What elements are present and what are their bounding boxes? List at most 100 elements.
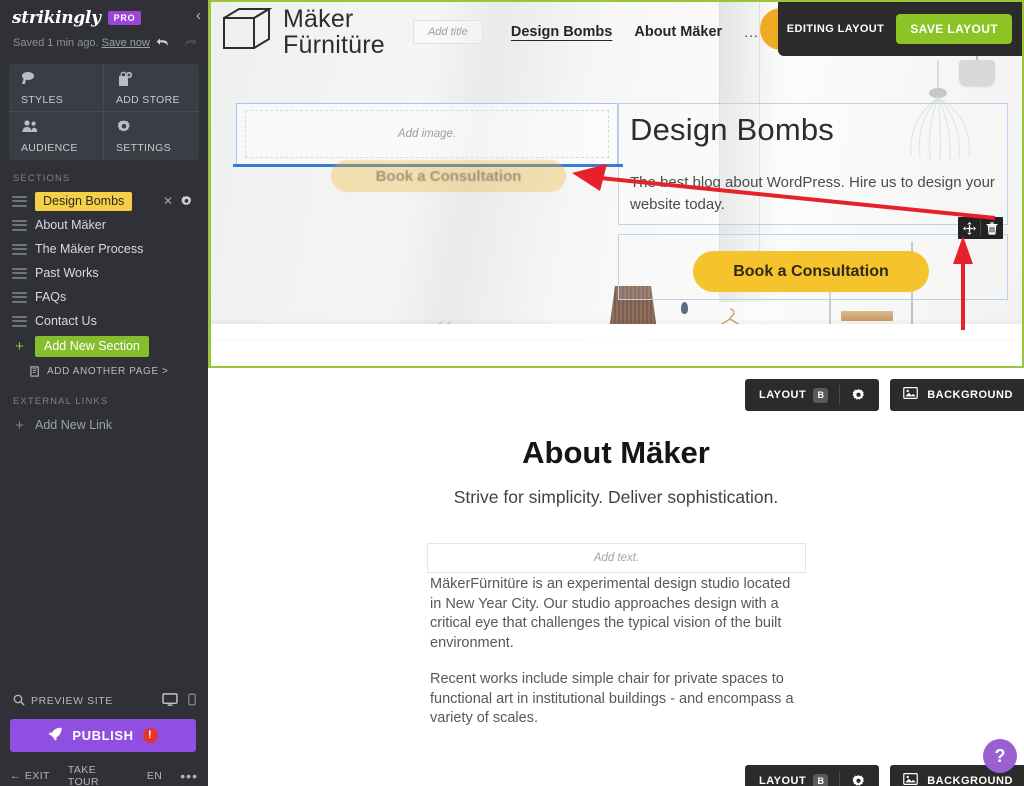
layout-button[interactable]: LAYOUT B bbox=[745, 765, 880, 786]
hero-title[interactable]: Design Bombs bbox=[630, 112, 834, 148]
add-another-page-label: ADD ANOTHER PAGE > bbox=[47, 365, 169, 377]
gear-icon bbox=[116, 119, 199, 136]
collapse-sidebar-icon[interactable]: ‹ bbox=[196, 8, 201, 23]
page-icon bbox=[30, 365, 41, 377]
quick-action-label: ADD STORE bbox=[116, 94, 180, 106]
exit-label: EXIT bbox=[24, 770, 50, 782]
sidebar-section-past-works[interactable]: Past Works bbox=[0, 261, 208, 285]
trash-icon[interactable] bbox=[981, 217, 1003, 239]
image-drop-block[interactable]: Add image. bbox=[236, 103, 618, 165]
editing-layout-bar: EDITING LAYOUT SAVE LAYOUT bbox=[778, 2, 1022, 56]
strikingly-logo[interactable]: strikingly bbox=[12, 8, 101, 28]
help-button[interactable]: ? bbox=[983, 739, 1017, 773]
editor-sidebar: strikingly PRO ‹ Saved 1 min ago. Save n… bbox=[0, 0, 208, 786]
preview-site-label[interactable]: PREVIEW SITE bbox=[31, 695, 113, 707]
layout-variant-badge: B bbox=[813, 773, 829, 786]
sidebar-section-faqs[interactable]: FAQs bbox=[0, 285, 208, 309]
logo-line-2: Fürnitüre bbox=[283, 31, 385, 59]
background-button[interactable]: BACKGROUND bbox=[890, 379, 1024, 411]
about-section-title[interactable]: About Mäker bbox=[208, 435, 1024, 471]
save-now-link[interactable]: Save now bbox=[102, 37, 150, 49]
exit-button[interactable]: ← EXIT bbox=[10, 770, 50, 782]
section-toolbar-bottom: LAYOUT B BACKGROUND bbox=[745, 765, 1024, 786]
hero-subtitle[interactable]: The best blog about WordPress. Hire us t… bbox=[630, 172, 998, 216]
device-toggle-group bbox=[162, 693, 196, 709]
section-label: The Mäker Process bbox=[35, 242, 144, 256]
image-icon bbox=[903, 386, 919, 404]
sidebar-section-maker-process[interactable]: The Mäker Process bbox=[0, 237, 208, 261]
add-title-placeholder[interactable]: Add title bbox=[412, 20, 483, 44]
add-text-placeholder[interactable]: Add text. bbox=[427, 543, 806, 573]
publish-label: PUBLISH bbox=[72, 728, 134, 743]
drag-handle-icon[interactable] bbox=[12, 315, 27, 327]
add-another-page-button[interactable]: ADD ANOTHER PAGE > bbox=[0, 359, 208, 383]
sidebar-footer: ← EXIT TAKE TOUR EN ••• bbox=[0, 764, 208, 786]
about-paragraph-2[interactable]: Recent works include simple chair for pr… bbox=[430, 670, 804, 729]
section-tools: ✕ bbox=[163, 195, 193, 208]
quick-action-audience[interactable]: AUDIENCE bbox=[9, 112, 104, 160]
language-selector[interactable]: EN bbox=[147, 770, 162, 782]
image-icon bbox=[903, 772, 919, 786]
add-new-section-button[interactable]: + Add New Section bbox=[0, 333, 208, 359]
more-options-icon[interactable]: ••• bbox=[180, 768, 198, 784]
nav-more-label: ... bbox=[744, 24, 759, 40]
sections-header: SECTIONS bbox=[13, 173, 71, 184]
drag-handle-icon[interactable] bbox=[12, 219, 27, 231]
sidebar-section-design-bombs[interactable]: Design Bombs ✕ bbox=[0, 189, 208, 213]
layout-settings-gear-icon[interactable] bbox=[851, 388, 879, 403]
desktop-icon[interactable] bbox=[162, 693, 178, 709]
nav-item-about-maker[interactable]: About Mäker bbox=[634, 24, 722, 40]
site-nav: Design Bombs About Mäker ... ▾ bbox=[511, 24, 773, 40]
quick-action-settings[interactable]: SETTINGS bbox=[104, 112, 199, 160]
layout-settings-gear-icon[interactable] bbox=[851, 774, 879, 786]
remove-section-icon[interactable]: ✕ bbox=[163, 195, 173, 207]
wooden-shelf bbox=[841, 311, 893, 321]
publish-alert-badge: ! bbox=[142, 728, 158, 743]
arrow-left-icon: ← bbox=[10, 770, 21, 782]
nav-item-design-bombs[interactable]: Design Bombs bbox=[511, 24, 613, 40]
preview-site-row: PREVIEW SITE bbox=[0, 690, 208, 712]
take-tour-button[interactable]: TAKE TOUR bbox=[68, 764, 129, 786]
section-label: Contact Us bbox=[35, 314, 97, 328]
layout-label: LAYOUT bbox=[759, 775, 807, 786]
section-toolbar-top: LAYOUT B BACKGROUND bbox=[745, 379, 1024, 411]
drag-handle-icon[interactable] bbox=[12, 291, 27, 303]
undo-arrow-icon[interactable] bbox=[155, 34, 172, 50]
paint-roller-icon bbox=[21, 71, 103, 88]
save-layout-button[interactable]: SAVE LAYOUT bbox=[896, 14, 1012, 44]
search-icon bbox=[13, 694, 25, 709]
layout-variant-badge: B bbox=[813, 387, 829, 403]
redo-arrow-icon[interactable] bbox=[181, 34, 198, 50]
mobile-icon[interactable] bbox=[188, 693, 196, 709]
external-links-header: EXTERNAL LINKS bbox=[13, 396, 109, 407]
quick-action-label: AUDIENCE bbox=[21, 142, 78, 154]
section-label: Design Bombs bbox=[35, 191, 133, 211]
sidebar-section-about-maker[interactable]: About Mäker bbox=[0, 213, 208, 237]
quick-action-add-store[interactable]: ADD STORE bbox=[104, 64, 199, 112]
site-logo-text: Mäker Fürnitüre bbox=[283, 6, 385, 58]
layout-button[interactable]: LAYOUT B bbox=[745, 379, 880, 411]
sidebar-section-contact-us[interactable]: Contact Us bbox=[0, 309, 208, 333]
drag-handle-icon[interactable] bbox=[12, 243, 27, 255]
cube-icon bbox=[223, 8, 273, 49]
publish-button[interactable]: PUBLISH ! bbox=[10, 719, 196, 752]
toolbar-divider bbox=[839, 771, 841, 786]
element-toolbar bbox=[958, 217, 1003, 239]
section-label: About Mäker bbox=[35, 218, 106, 232]
about-paragraph-1[interactable]: MäkerFürnitüre is an experimental design… bbox=[430, 575, 804, 653]
section-settings-gear-icon[interactable] bbox=[180, 195, 193, 208]
about-section-subtitle[interactable]: Strive for simplicity. Deliver sophistic… bbox=[208, 487, 1024, 508]
section-label: Past Works bbox=[35, 266, 99, 280]
quick-action-styles[interactable]: STYLES bbox=[9, 64, 104, 112]
add-new-link-button[interactable]: + Add New Link bbox=[0, 412, 208, 438]
drag-handle-icon[interactable] bbox=[12, 195, 27, 207]
drag-handle-icon[interactable] bbox=[12, 267, 27, 279]
add-image-placeholder[interactable]: Add image. bbox=[245, 110, 609, 158]
move-arrows-icon[interactable] bbox=[958, 217, 980, 239]
hero-section[interactable]: Mäker Fürnitüre Add title Design Bombs A… bbox=[208, 0, 1024, 368]
hero-notch-triangle bbox=[581, 341, 649, 366]
language-label: EN bbox=[146, 770, 163, 782]
book-consultation-button[interactable]: Book a Consultation bbox=[693, 251, 929, 292]
pro-badge: PRO bbox=[107, 11, 142, 25]
save-status-row: Saved 1 min ago. Save now bbox=[0, 30, 208, 56]
